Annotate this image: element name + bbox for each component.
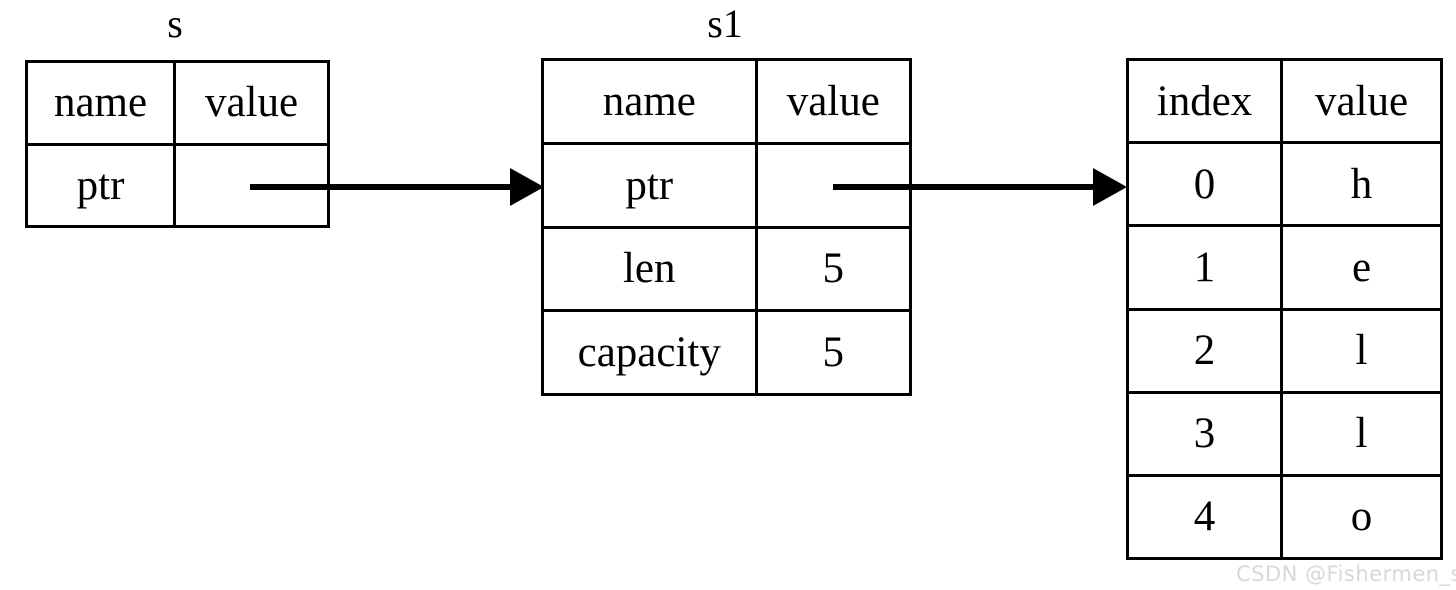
table-s-cell-name-ptr: ptr — [28, 145, 177, 225]
table-buffer-header-index: index — [1129, 61, 1284, 142]
table-buffer-cell-value-2: l — [1355, 327, 1368, 375]
table-s1-header-name: name — [544, 61, 758, 142]
table-row: 1 e — [1129, 227, 1440, 311]
table-buffer-cell-value-3: l — [1355, 410, 1368, 458]
table-buffer-cell-index-1: 1 — [1129, 227, 1284, 308]
table-s1-cell-name-ptr: ptr — [544, 144, 758, 226]
diagram-canvas: s s1 name value ptr name value ptr len 5… — [0, 0, 1456, 590]
table-s1-cell-value-capacity: 5 — [822, 329, 845, 377]
table-s1-header-row: name value — [544, 61, 909, 145]
table-s1-caption: s1 — [707, 1, 743, 46]
table-buffer-cell-value-0: h — [1350, 160, 1373, 208]
table-buffer-cell-index-3: 3 — [1129, 393, 1284, 474]
table-s1-cell-name-len: len — [544, 228, 758, 310]
arrow-s1-ptr-to-buffer — [833, 168, 1127, 206]
table-buffer-cell-value-1: e — [1351, 243, 1372, 291]
table-buffer-cell-value-4: o — [1350, 493, 1373, 541]
table-s-caption: s — [167, 1, 183, 46]
table-row: len 5 — [544, 228, 909, 313]
table-s-header-row: name value — [28, 63, 327, 146]
table-s1-header-value: value — [786, 77, 880, 125]
table-s1-cell-name-capacity: capacity — [544, 312, 758, 393]
table-s-header-name: name — [28, 63, 177, 143]
table-row: capacity 5 — [544, 312, 909, 393]
table-s-header-value: value — [204, 79, 299, 127]
table-s1-cell-value-len: 5 — [822, 245, 845, 293]
table-buffer-cell-index-0: 0 — [1129, 144, 1284, 225]
table-row: 0 h — [1129, 144, 1440, 228]
table-buffer-cell-index-2: 2 — [1129, 310, 1284, 391]
table-buffer-cell-index-4: 4 — [1129, 476, 1284, 558]
arrow-s-ptr-to-s1 — [250, 168, 544, 206]
table-row: 4 o — [1129, 476, 1440, 558]
table-buffer-header-row: index value — [1129, 61, 1440, 145]
table-s1: name value ptr len 5 capacity 5 — [541, 58, 912, 396]
table-buffer-header-value: value — [1314, 77, 1409, 125]
table-row: 3 l — [1129, 393, 1440, 477]
watermark-text: CSDN @Fishermen_sail — [1236, 562, 1456, 586]
table-row: 2 l — [1129, 310, 1440, 394]
table-buffer: index value 0 h 1 e 2 l 3 l 4 o — [1126, 58, 1443, 560]
